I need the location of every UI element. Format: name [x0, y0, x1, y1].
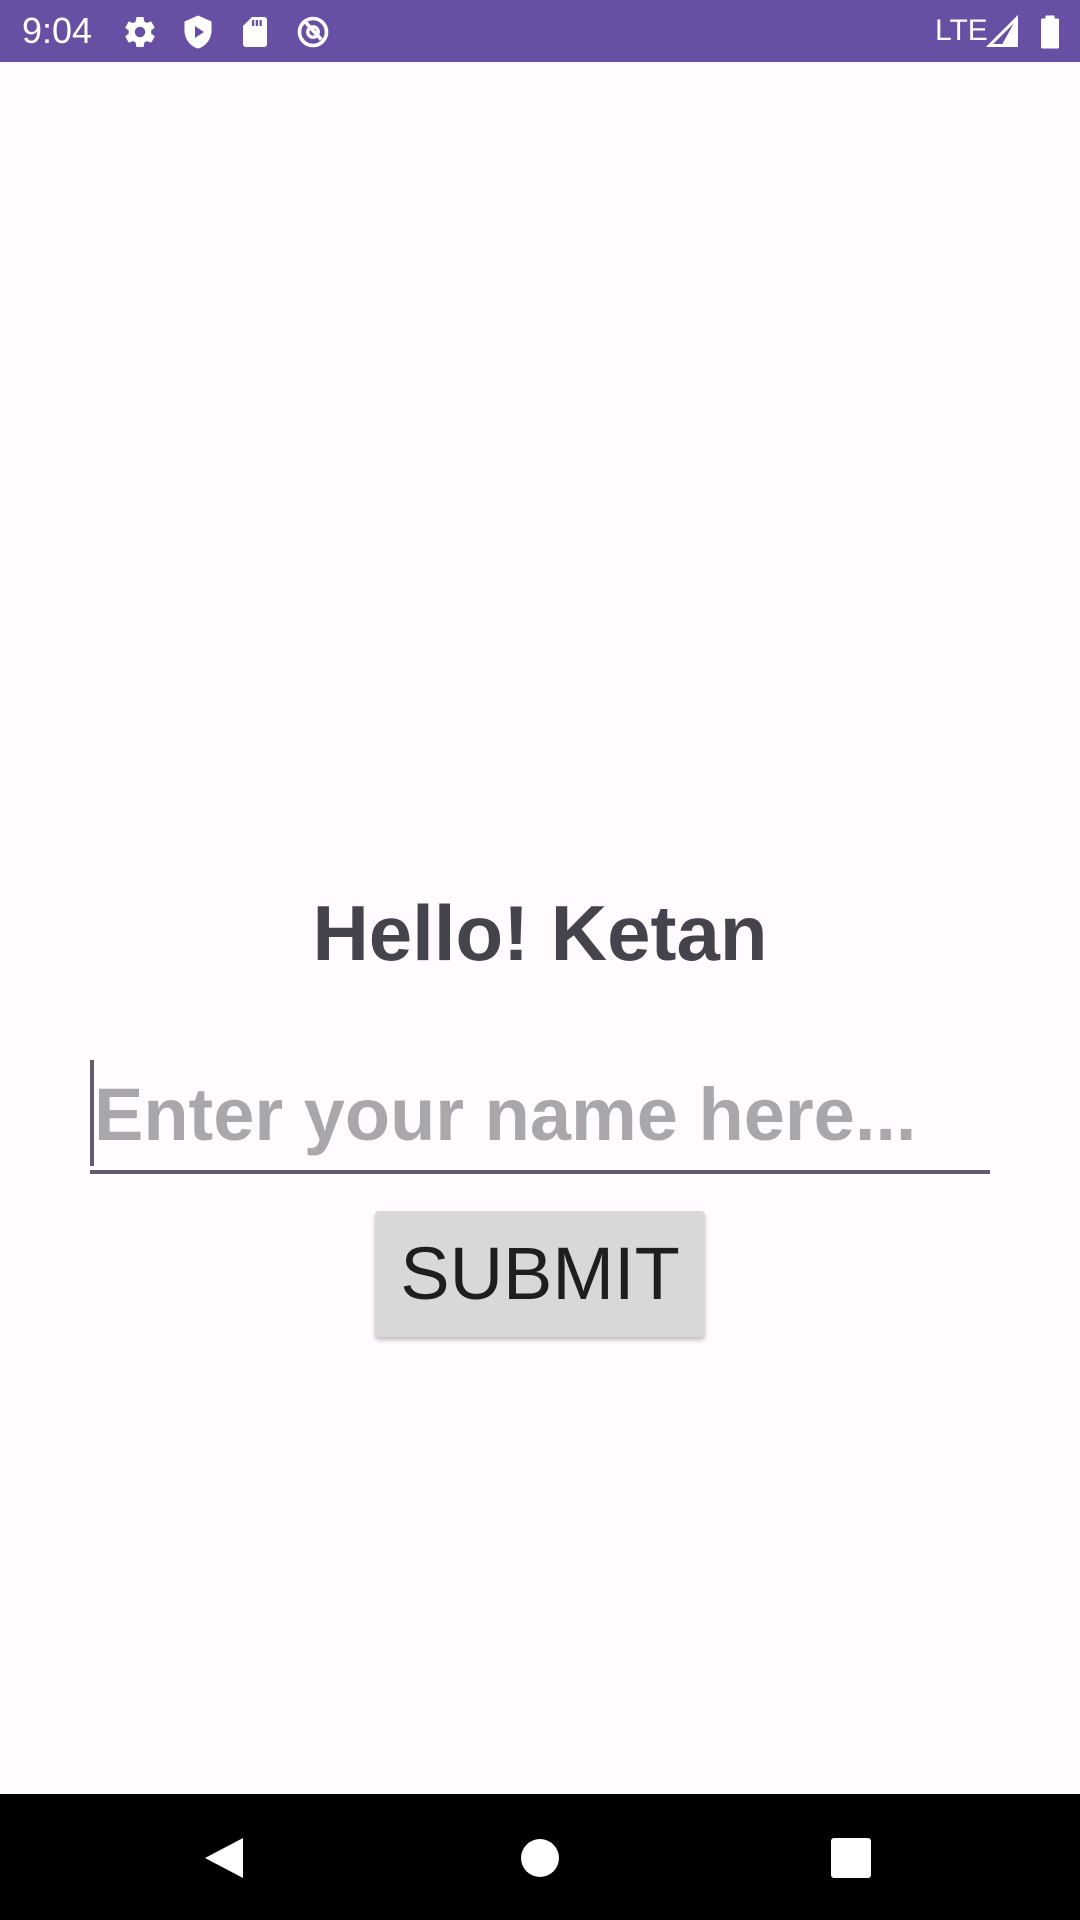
gear-icon: [122, 14, 158, 50]
submit-button[interactable]: SUBMIT: [375, 1211, 705, 1337]
network-type-label: LTE: [935, 14, 988, 47]
navigation-bar: [0, 1794, 1080, 1920]
text-cursor: [90, 1060, 94, 1166]
signal-icon: [985, 14, 1021, 50]
status-time: 9:04: [22, 10, 93, 51]
data-saver-icon: [295, 14, 331, 50]
recents-icon[interactable]: [812, 1820, 888, 1896]
back-icon[interactable]: [187, 1820, 263, 1896]
sd-card-icon: [237, 14, 273, 50]
name-input[interactable]: [90, 1058, 990, 1174]
battery-icon: [1032, 14, 1068, 50]
greeting-text: Hello! Ketan: [312, 889, 768, 977]
home-icon[interactable]: [502, 1820, 578, 1896]
status-bar: 9:04 LTE: [0, 0, 1080, 62]
shield-play-icon: [180, 14, 216, 50]
